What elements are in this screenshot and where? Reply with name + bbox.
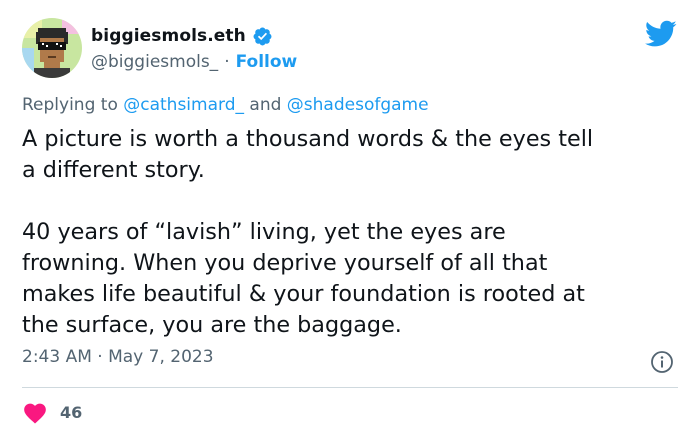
pixel-punk-avatar-icon	[22, 18, 82, 78]
tweet-line: a different story.	[22, 157, 205, 183]
tweet-timestamp[interactable]: 2:43 AM · May 7, 2023	[22, 347, 214, 367]
author-name-row: biggiesmols.eth	[91, 23, 273, 49]
reply-mention-link[interactable]: @cathsimard_	[123, 95, 244, 115]
tweet-line: makes life beautiful & your foundation i…	[22, 281, 585, 307]
like-count: 46	[60, 402, 83, 422]
tweet-text: A picture is worth a thousand words & th…	[22, 124, 688, 341]
author-display-name[interactable]: biggiesmols.eth	[91, 26, 246, 46]
reply-prefix: Replying to	[22, 95, 118, 115]
reply-conjunction: and	[249, 95, 282, 115]
author-handle-row: @biggiesmols_ · Follow	[91, 50, 297, 74]
verified-badge-icon	[252, 26, 273, 47]
tweet-line: 40 years of “lavish” living, yet the eye…	[22, 219, 506, 245]
info-icon[interactable]	[650, 350, 674, 374]
tweet-line: the surface, you are the baggage.	[22, 312, 402, 338]
like-row: 46	[22, 399, 82, 425]
separator-dot: ·	[224, 52, 230, 72]
twitter-bird-icon[interactable]	[644, 20, 677, 48]
reply-context: Replying to @cathsimard_ and @shadesofga…	[22, 95, 429, 115]
author-handle[interactable]: @biggiesmols_	[91, 52, 218, 72]
avatar[interactable]	[22, 18, 82, 78]
reply-mention-link[interactable]: @shadesofgame	[287, 95, 429, 115]
heart-icon[interactable]	[22, 400, 48, 424]
tweet-line: A picture is worth a thousand words & th…	[22, 126, 594, 152]
tweet-line	[22, 186, 688, 217]
follow-button[interactable]: Follow	[236, 52, 298, 72]
divider	[22, 387, 678, 388]
tweet-line: frowning. When you deprive yourself of a…	[22, 250, 548, 276]
